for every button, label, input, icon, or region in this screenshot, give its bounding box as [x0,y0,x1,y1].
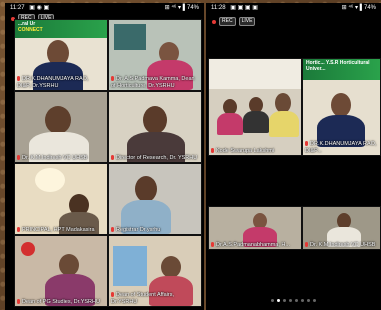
participant-body [243,111,269,133]
mic-muted-icon [17,298,20,304]
clock: 11:27 [10,5,25,11]
right-phone-screen: 11:28 ▣ ▣ ▣ ▣ ⊞ ⁴⁶ ▾ ▌74% REC LIVE Kode … [206,3,381,310]
page-dot[interactable] [295,299,298,302]
notification-icons: ▣ ▣ ▣ ▣ [230,5,258,11]
participant-face [331,93,351,117]
clock: 11:28 [211,5,226,11]
mic-muted-icon [111,76,114,82]
participant-name: DR.K.DHANUMJAYA RAO, DI&P... [305,141,377,154]
rec-badge: REC [219,17,236,26]
participant-face [161,256,181,278]
page-dot[interactable] [289,299,292,302]
mic-muted-icon [17,76,20,82]
participant-name: Dr. A.S.Padmava Kamma, Dean of Horticult… [111,76,195,89]
participant-name: Kode Swarupa Lakshmi [211,148,274,155]
status-bar: 11:27 ▣ ◉ ▣ ⊞ ⁴⁶ ▾ ▌74% [5,3,204,14]
participant-name: Dean of PG Studies, Dr.YSRHU [17,299,100,306]
banner-subtitle: CONNECT [18,27,43,33]
notification-icons: ▣ ◉ ▣ [29,5,50,11]
video-tile[interactable]: Hortic... Y.S.R Horticultural Univer... … [302,58,381,156]
participant-name: Director of Research, Dr. YSRHU [111,155,197,162]
participant-name: Registrar Dr.ysrhu [111,227,160,234]
webinar-banner: Hortic... Y.S.R Horticultural Univer... [303,59,380,81]
video-tile[interactable]: Dr. K.M.Indiresh VC UHSB [14,91,108,163]
status-bar: 11:28 ▣ ▣ ▣ ▣ ⊞ ⁴⁶ ▾ ▌74% [206,3,381,14]
webinar-banner: ...ral Ur CONNECT [15,20,107,39]
recording-indicator: REC LIVE [212,17,256,26]
video-tile[interactable]: ...ral Ur CONNECT DR.K.DHANUMJAYA RAO, D… [14,19,108,91]
left-phone-screen: 11:27 ▣ ◉ ▣ ⊞ ⁴⁶ ▾ ▌74% REC LIVE ...ral … [5,3,204,310]
participant-name: PRINCIPAL, HPT Madakasira [17,227,95,234]
page-dot[interactable] [307,299,310,302]
record-dot-icon [212,19,216,24]
page-dot[interactable] [277,299,280,302]
mic-muted-icon [211,147,214,153]
video-tile[interactable]: Dean of PG Studies, Dr.YSRHU [14,235,108,307]
mic-muted-icon [305,241,308,247]
video-tile[interactable]: Dean of Student Affairs, Dr.YSRHU [108,235,202,307]
participant-face [135,176,157,202]
participant-name: DR.K.DHANUMJAYA RAO, DI&P, Dr.YSRHU [17,76,89,89]
participant-name: Dean of Student Affairs, Dr.YSRHU [111,292,174,305]
live-badge: LIVE [238,17,256,26]
participant-body [217,113,243,135]
mic-muted-icon [211,241,214,247]
mic-muted-icon [305,141,308,147]
participant-face [143,106,167,134]
video-tile[interactable]: Dr. A.S.Padmava Kamma, Dean of Horticult… [108,19,202,91]
video-tile[interactable]: Kode Swarupa Lakshmi [208,58,302,156]
page-dot[interactable] [313,299,316,302]
mic-muted-icon [17,226,20,232]
participant-body [269,111,299,137]
system-icons: ⊞ ⁴⁶ ▾ ▌74% [164,5,199,11]
video-tile[interactable]: Dr.A.S.Padmanabhamma, H... [208,206,302,250]
mic-muted-icon [111,292,114,298]
mic-muted-icon [111,154,114,160]
video-tile[interactable]: PRINCIPAL, HPT Madakasira [14,163,108,235]
video-tile[interactable]: Director of Research, Dr. YSRHU [108,91,202,163]
page-dot[interactable] [301,299,304,302]
participant-name: Dr. K.M.Indiresh VC UHSB [305,242,375,249]
participant-face [45,106,71,134]
page-indicator[interactable] [206,289,381,307]
video-tile[interactable]: Dr. K.M.Indiresh VC UHSB [302,206,381,250]
participant-name: Dr.A.S.Padmanabhamma, H... [211,242,290,249]
mic-muted-icon [17,154,20,160]
participant-face [275,93,291,113]
participant-name: Dr. K.M.Indiresh VC UHSB [17,155,87,162]
system-icons: ⊞ ⁴⁶ ▾ ▌74% [341,5,376,11]
video-tile[interactable]: Registrar Dr.ysrhu [108,163,202,235]
banner-title: Hortic... Y.S.R Horticultural Univer... [306,60,370,72]
mic-muted-icon [111,226,114,232]
page-dot[interactable] [271,299,274,302]
page-dot[interactable] [283,299,286,302]
participant-face [59,254,79,276]
